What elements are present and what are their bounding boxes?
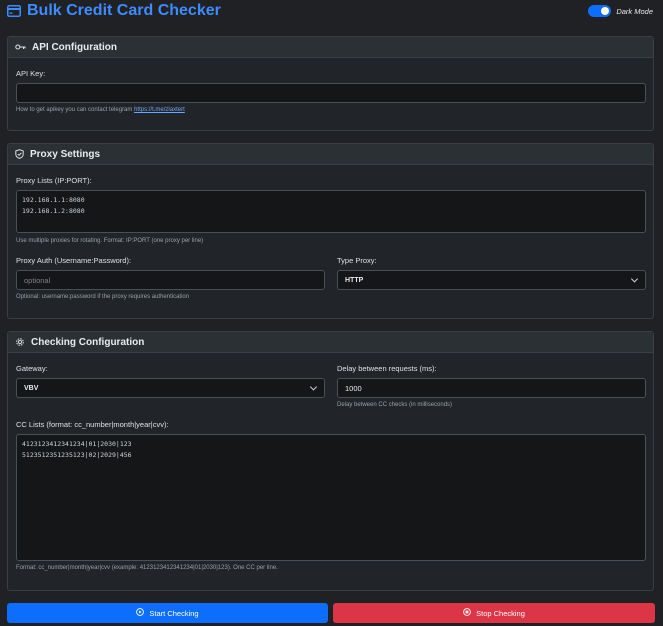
api-configuration-title: API Configuration: [32, 41, 117, 53]
key-icon: [15, 43, 26, 51]
credit-card-icon: [7, 5, 21, 17]
stop-checking-button[interactable]: Stop Checking: [333, 603, 655, 623]
proxy-settings-card: Proxy Settings Proxy Lists (IP:PORT): 19…: [7, 143, 654, 319]
start-checking-button[interactable]: Start Checking: [7, 603, 328, 623]
toggle-knob: [601, 7, 610, 15]
checking-configuration-title: Checking Configuration: [31, 336, 145, 348]
proxy-type-select[interactable]: HTTP: [337, 270, 646, 290]
cc-lists-help: Format: cc_number|month|year|cvv (exampl…: [16, 565, 278, 571]
api-key-label: API Key:: [16, 69, 46, 78]
proxy-auth-help: Optional: username:password if the proxy…: [16, 294, 190, 300]
proxy-type-label: Type Proxy:: [337, 256, 377, 265]
app-header: Bulk Credit Card Checker Dark Mode: [7, 0, 657, 24]
proxy-lists-label: Proxy Lists (IP:PORT):: [16, 176, 92, 185]
checking-configuration-card: Checking Configuration Gateway: VBV Dela…: [7, 331, 654, 591]
gateway-select[interactable]: VBV: [16, 378, 325, 398]
api-configuration-card: API Configuration API Key: How to get ap…: [7, 36, 654, 131]
delay-help: Delay between CC checks (in milliseconds…: [337, 402, 453, 408]
api-configuration-header: API Configuration: [8, 37, 653, 58]
proxy-lists-help: Use multiple proxies for rotating. Forma…: [16, 238, 204, 244]
cc-lists-textarea[interactable]: 4123123412341234|01|2030|123 51235123512…: [16, 434, 646, 561]
proxy-type-value: HTTP: [345, 276, 364, 284]
api-key-input[interactable]: [16, 83, 646, 103]
stop-checking-label: Stop Checking: [476, 608, 525, 618]
delay-label: Delay between requests (ms):: [337, 364, 437, 373]
start-checking-label: Start Checking: [149, 608, 199, 618]
app-title: Bulk Credit Card Checker: [7, 2, 221, 20]
stop-circle-icon: [463, 608, 471, 618]
dark-mode-label: Dark Mode: [616, 6, 653, 16]
proxy-auth-input[interactable]: optional: [16, 270, 325, 290]
api-key-help: How to get apikey you can contact telegr…: [16, 107, 185, 113]
shield-icon: [15, 149, 24, 159]
play-circle-icon: [136, 608, 145, 618]
chevron-down-icon: [309, 383, 318, 391]
dark-mode-control: Dark Mode: [588, 5, 653, 17]
api-key-help-text: How to get apikey you can contact telegr…: [16, 107, 135, 113]
checking-configuration-header: Checking Configuration: [8, 332, 653, 353]
gear-icon: [15, 337, 25, 347]
gateway-label: Gateway:: [16, 364, 48, 373]
gateway-value: VBV: [24, 384, 39, 392]
dark-mode-toggle[interactable]: [588, 5, 612, 17]
delay-input[interactable]: 1000: [337, 378, 646, 398]
chevron-down-icon: [630, 275, 639, 283]
proxy-settings-header: Proxy Settings: [8, 144, 653, 165]
proxy-auth-label: Proxy Auth (Username:Password):: [16, 256, 132, 265]
app-title-text: Bulk Credit Card Checker: [27, 2, 221, 19]
telegram-link[interactable]: https://t.me/zlaxtert: [134, 107, 185, 113]
proxy-lists-textarea[interactable]: 192.168.1.1:8080 192.168.1.2:8080: [16, 190, 646, 233]
cc-lists-label: CC Lists (format: cc_number|month|year|c…: [16, 420, 169, 429]
proxy-auth-placeholder: optional: [24, 275, 51, 285]
proxy-settings-title: Proxy Settings: [30, 148, 101, 160]
